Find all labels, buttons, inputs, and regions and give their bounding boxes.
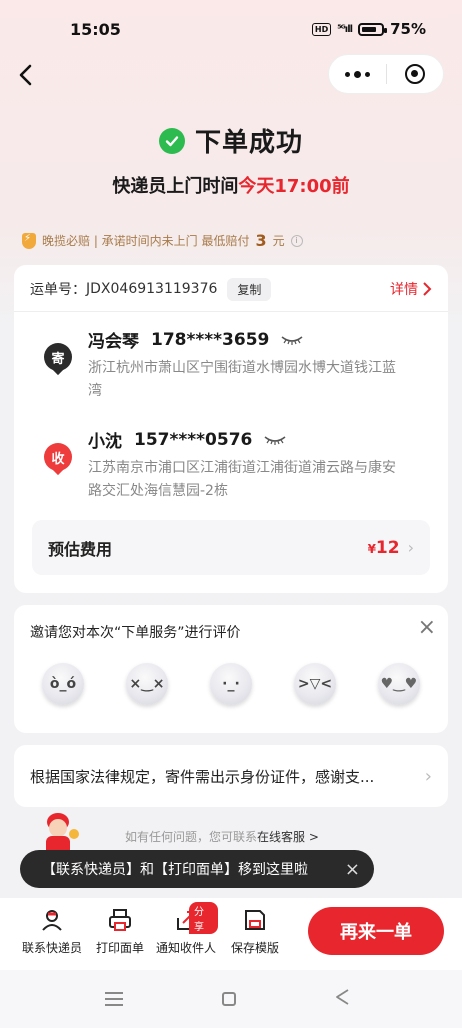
contact-courier-button[interactable]: 联系快递员 <box>20 908 84 956</box>
tracking-number: JDX046913119376 <box>86 281 218 297</box>
eye-closed-icon[interactable] <box>264 435 286 445</box>
signal-icon: ⁵ᴳıll <box>337 23 353 35</box>
reorder-button[interactable]: 再来一单 <box>308 907 444 955</box>
sender-name-row: 冯会琴 178****3659 <box>88 327 303 352</box>
pickup-time: 快递员上门时间今天17:00前 <box>0 172 462 198</box>
detail-link[interactable]: 详情 <box>390 279 432 299</box>
sender-phone: 178****3659 <box>151 329 270 350</box>
angry-face-icon[interactable]: ò_ó <box>42 663 84 705</box>
estimated-fee-row[interactable]: 预估费用 ¥12 › <box>32 520 430 575</box>
status-indicators: HD ⁵ᴳıll 75% <box>311 20 426 38</box>
chevron-right-icon: › <box>424 765 432 787</box>
rating-card: 邀请您对本次“下单服务”进行评价 × ò_ó ×‿× ·_· >▽< ♥‿♥ <box>14 605 448 733</box>
close-icon[interactable]: × <box>418 615 436 640</box>
back-triangle-icon[interactable] <box>334 988 350 1006</box>
online-service-link[interactable]: 在线客服 <box>257 830 305 844</box>
laughing-face-icon[interactable]: >▽< <box>294 663 336 705</box>
receiver-name: 小沈 <box>88 432 122 452</box>
fee-value: ¥12 <box>367 537 400 558</box>
receiver-address: 江苏南京市浦口区江浦街道江浦街道浦云路与康安路交汇处海信慧园-2栋 <box>88 460 396 499</box>
card-divider <box>14 311 448 312</box>
relocation-toast: 【联系快递员】和【打印面单】移到这里啦 × <box>20 850 374 888</box>
rating-title: 邀请您对本次“下单服务”进行评价 <box>30 625 241 641</box>
close-target-icon[interactable] <box>387 54 443 94</box>
info-icon[interactable]: i <box>290 234 303 247</box>
receiver-phone: 157****0576 <box>134 429 253 450</box>
help-line: 如有任何问题，您可联系在线客服 > <box>125 828 319 845</box>
toast-text: 【联系快递员】和【打印面单】移到这里啦 <box>42 862 308 878</box>
page-title: 下单成功 <box>194 128 303 158</box>
battery-icon <box>358 22 388 36</box>
help-prefix: 如有任何问题，您可联系 <box>125 830 258 844</box>
sender-pin-icon: 寄 <box>44 343 72 377</box>
guarantee-unit: 元 <box>272 234 285 248</box>
pickup-time-value: 今天17:00前 <box>238 176 350 197</box>
heart-eyes-face-icon[interactable]: ♥‿♥ <box>378 663 420 705</box>
save-icon <box>245 910 265 930</box>
check-circle-icon <box>158 127 185 154</box>
receiver-pin-icon: 收 <box>44 443 72 477</box>
close-icon[interactable]: × <box>345 859 360 880</box>
detail-label: 详情 <box>390 282 418 298</box>
sender-address: 浙江杭州市萧山区宁围街道水博园水博大道钱江蓝湾 <box>88 360 396 399</box>
receiver-info: 收 小沈 157****0576 江苏南京市浦口区江浦街道江浦街道浦云路与康安路… <box>44 427 428 507</box>
status-time: 15:05 <box>70 20 121 39</box>
notice-text: 根据国家法律规定，寄件需出示身份证件，感谢支... <box>30 767 375 786</box>
chevron-right-icon <box>423 282 432 296</box>
chevron-right-icon: > <box>308 830 319 844</box>
hd-icon: HD <box>311 22 332 36</box>
receiver-name-row: 小沈 157****0576 <box>88 427 286 452</box>
back-arrow-icon[interactable] <box>12 60 42 90</box>
save-template-button[interactable]: 保存模版 <box>223 908 287 956</box>
fee-label: 预估费用 <box>48 539 113 559</box>
courier-icon <box>42 910 62 931</box>
id-notice-card[interactable]: 根据国家法律规定，寄件需出示身份证件，感谢支... › <box>14 745 448 807</box>
chevron-right-icon: › <box>407 538 414 557</box>
pickup-time-label: 快递员上门时间 <box>112 176 239 197</box>
bottom-action-bar: 联系快递员 打印面单 通知收件人 分享 保存模版 再来一单 <box>0 898 462 970</box>
dizzy-face-icon[interactable]: ×‿× <box>126 663 168 705</box>
tracking-row: 运单号： JDX046913119376 复制 详情 <box>30 275 432 303</box>
copy-button[interactable]: 复制 <box>227 277 272 301</box>
notify-receiver-button[interactable]: 通知收件人 分享 <box>154 902 218 956</box>
tracking-label: 运单号： <box>30 282 86 298</box>
battery-level: 75% <box>390 20 426 38</box>
home-icon[interactable] <box>222 992 236 1006</box>
printer-icon <box>109 909 131 931</box>
sender-info: 寄 冯会琴 178****3659 浙江杭州市萧山区宁围街道水博园水博大道钱江蓝… <box>44 327 428 407</box>
more-dots-icon[interactable] <box>329 54 386 94</box>
share-badge: 分享 <box>189 902 218 934</box>
late-pickup-guarantee[interactable]: 晚揽必赔 | 承诺时间内未上门 最低赔付 3 元 i <box>22 231 303 250</box>
rating-faces: ò_ó ×‿× ·_· >▽< ♥‿♥ <box>42 663 420 705</box>
menu-icon[interactable] <box>105 992 123 1006</box>
print-label-button[interactable]: 打印面单 <box>88 908 152 956</box>
shield-icon <box>22 232 36 249</box>
eye-closed-icon[interactable] <box>281 335 303 345</box>
neutral-face-icon[interactable]: ·_· <box>210 663 252 705</box>
success-header: 下单成功 <box>0 122 462 159</box>
guarantee-text: 晚揽必赔 | 承诺时间内未上门 最低赔付 <box>42 234 250 248</box>
order-card: 运单号： JDX046913119376 复制 详情 寄 冯会琴 178****… <box>14 265 448 593</box>
sender-name: 冯会琴 <box>88 332 139 352</box>
guarantee-amount: 3 <box>255 231 267 250</box>
mini-program-capsule <box>328 54 444 94</box>
system-nav-bar <box>0 970 462 1028</box>
